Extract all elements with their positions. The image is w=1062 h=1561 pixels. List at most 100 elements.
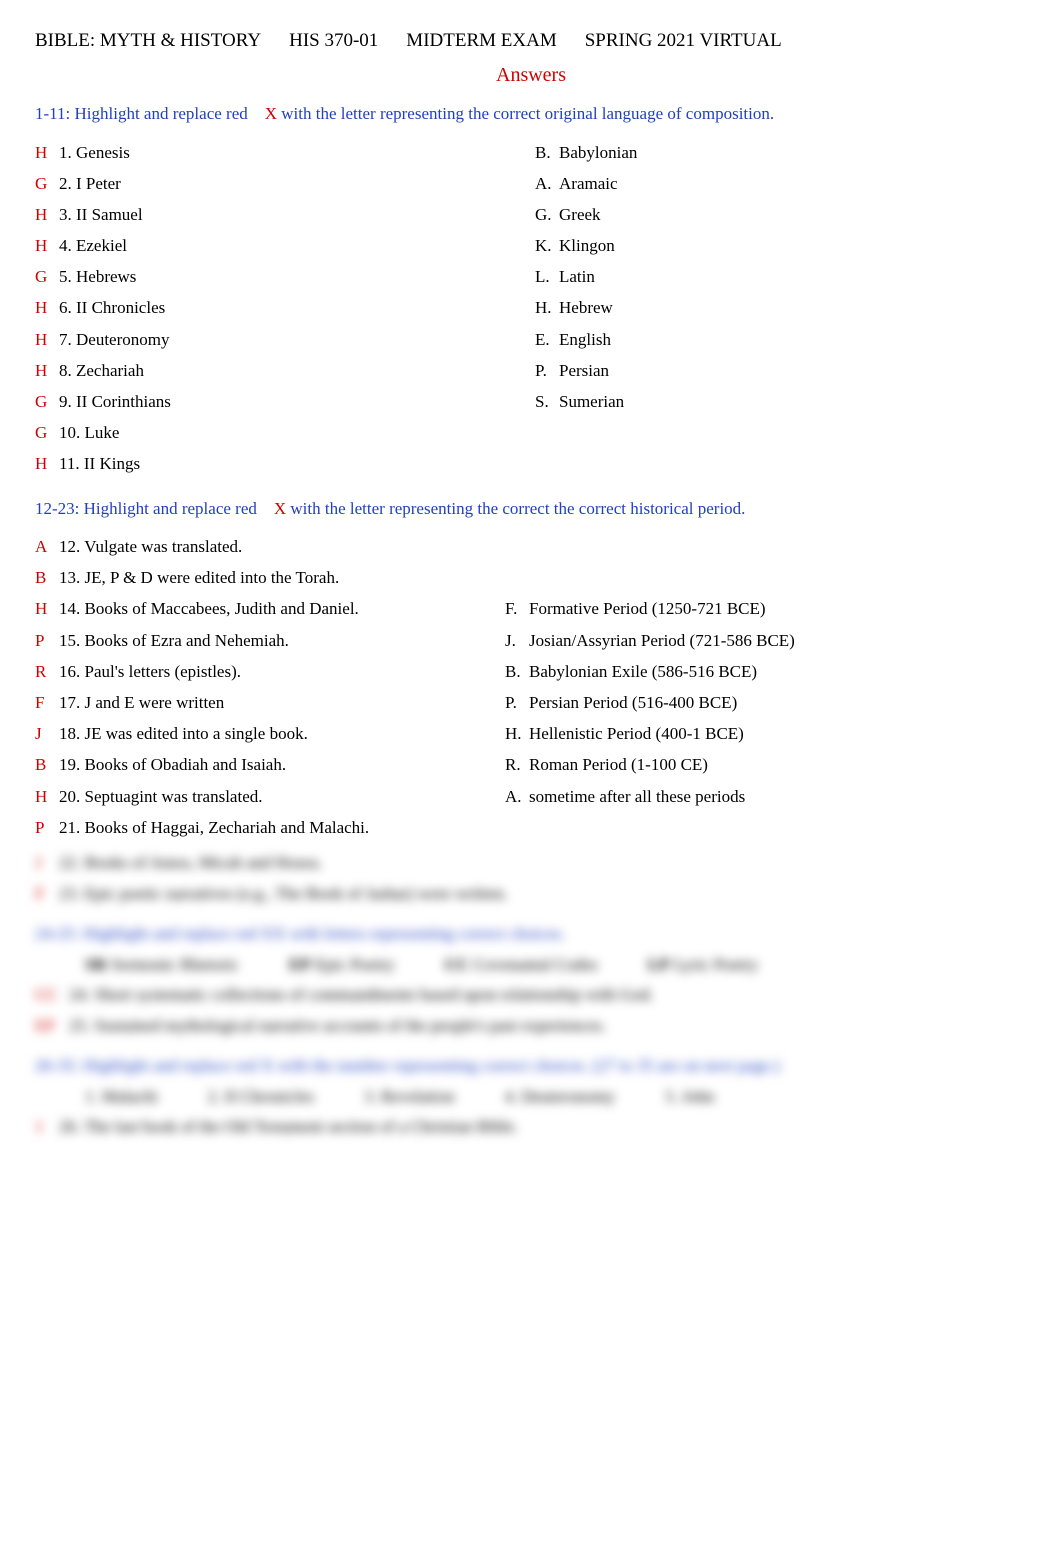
- option-row: K.Klingon: [535, 232, 1027, 259]
- question-text: 26. The last book of the Old Testament s…: [59, 1113, 518, 1140]
- option-text: Josian/Assyrian Period (721-586 BCE): [529, 627, 795, 654]
- option-letter: A.: [535, 170, 559, 197]
- option-letter: G.: [535, 201, 559, 228]
- option-row: F.Formative Period (1250-721 BCE): [505, 595, 1027, 622]
- question-row: G2. I Peter: [35, 170, 495, 197]
- option-row: E.English: [535, 326, 1027, 353]
- option-row: B.Babylonian Exile (586-516 BCE): [505, 658, 1027, 685]
- question-row: J22. Books of Amos, Micah and Hosea.: [35, 849, 1027, 876]
- section2-instruction: 12-23: Highlight and replace red X with …: [35, 496, 1027, 522]
- option-text: Babylonian: [559, 139, 637, 166]
- option-letter: K.: [535, 232, 559, 259]
- question-text: 7. Deuteronomy: [59, 326, 169, 353]
- question-text: 14. Books of Maccabees, Judith and Danie…: [59, 595, 359, 622]
- option-text: sometime after all these periods: [529, 783, 745, 810]
- section1-options: B.Babylonian A.Aramaic G.Greek K.Klingon…: [535, 135, 1027, 482]
- option: 2. II Chronicles: [208, 1087, 314, 1107]
- question-row: G9. II Corinthians: [35, 388, 495, 415]
- option-letter: P.: [505, 689, 529, 716]
- question-row: CC24. Short systematic collections of co…: [35, 981, 1027, 1008]
- option-text: Formative Period (1250-721 BCE): [529, 595, 766, 622]
- question-row: F23. Epic poetic narratives (e.g., The B…: [35, 880, 1027, 907]
- option: 4. Deuteronomy: [505, 1087, 615, 1107]
- answer-letter: G: [35, 419, 59, 446]
- question-text: 20. Septuagint was translated.: [59, 783, 263, 810]
- question-text: 21. Books of Haggai, Zechariah and Malac…: [59, 814, 369, 841]
- question-text: 17. J and E were written: [59, 689, 224, 716]
- option: CC Covenantal Codes: [445, 955, 598, 975]
- answer-letter: H: [35, 450, 59, 477]
- option-letter: L.: [535, 263, 559, 290]
- answer-letter: H: [35, 232, 59, 259]
- section3-instruction: 24-25: Highlight and replace red XX with…: [35, 921, 1027, 947]
- option: LP Lyric Poetry: [648, 955, 759, 975]
- option-text: Sumerian: [559, 388, 624, 415]
- answer-letter: H: [35, 595, 59, 622]
- page-header: BIBLE: MYTH & HISTORY HIS 370-01 MIDTERM…: [35, 30, 1027, 52]
- answer-letter: B: [35, 564, 59, 591]
- answer-letter: R: [35, 658, 59, 685]
- question-text: 25. Sustained mythological narrative acc…: [69, 1012, 606, 1039]
- answer-letter: A: [35, 533, 59, 560]
- question-text: 1. Genesis: [59, 139, 130, 166]
- option-row: A.Aramaic: [535, 170, 1027, 197]
- option-letter: S.: [535, 388, 559, 415]
- answer-letter: G: [35, 263, 59, 290]
- question-row: H14. Books of Maccabees, Judith and Dani…: [35, 595, 465, 622]
- course-title: BIBLE: MYTH & HISTORY: [35, 30, 261, 52]
- exam-label: MIDTERM EXAM: [406, 30, 556, 52]
- red-x: X: [265, 104, 277, 123]
- answer-letter: H: [35, 326, 59, 353]
- option-row: B.Babylonian: [535, 139, 1027, 166]
- question-text: 11. II Kings: [59, 450, 140, 477]
- option-letter: H.: [505, 720, 529, 747]
- question-text: 22. Books of Amos, Micah and Hosea.: [59, 849, 322, 876]
- option-letter: H.: [535, 294, 559, 321]
- option-text: Babylonian Exile (586-516 BCE): [529, 658, 757, 685]
- question-row: G5. Hebrews: [35, 263, 495, 290]
- option-text: English: [559, 326, 611, 353]
- question-row: H20. Septuagint was translated.: [35, 783, 465, 810]
- answer-letter: P: [35, 627, 59, 654]
- answer-letter: G: [35, 170, 59, 197]
- section3-options: SR Sermonic Rhetoric EP Epic Poetry CC C…: [85, 955, 1027, 975]
- option-row: P.Persian Period (516-400 BCE): [505, 689, 1027, 716]
- section2-questions: A12. Vulgate was translated. B13. JE, P …: [35, 529, 465, 845]
- section1-body: H1. Genesis G2. I Peter H3. II Samuel H4…: [35, 135, 1027, 482]
- question-row: H4. Ezekiel: [35, 232, 495, 259]
- option-letter: B.: [505, 658, 529, 685]
- question-text: 10. Luke: [59, 419, 119, 446]
- option-text: Greek: [559, 201, 601, 228]
- option-letter: P.: [535, 357, 559, 384]
- answer-letter: J: [35, 720, 59, 747]
- question-row: P15. Books of Ezra and Nehemiah.: [35, 627, 465, 654]
- option: 3. Revelation: [364, 1087, 455, 1107]
- question-text: 5. Hebrews: [59, 263, 136, 290]
- option: EP Epic Poetry: [289, 955, 395, 975]
- option-text: Persian Period (516-400 BCE): [529, 689, 737, 716]
- option-row: G.Greek: [535, 201, 1027, 228]
- question-text: 18. JE was edited into a single book.: [59, 720, 308, 747]
- answer-letter: H: [35, 201, 59, 228]
- question-text: 12. Vulgate was translated.: [59, 533, 242, 560]
- answer-letter: P: [35, 814, 59, 841]
- answer-letter: CC: [35, 981, 69, 1008]
- section2-body: A12. Vulgate was translated. B13. JE, P …: [35, 529, 1027, 845]
- option-letter: R.: [505, 751, 529, 778]
- section2-options: .. .. F.Formative Period (1250-721 BCE) …: [505, 529, 1027, 845]
- option: 1. Malachi: [85, 1087, 158, 1107]
- section1-instruction: 1-11: Highlight and replace red X with t…: [35, 101, 1027, 127]
- question-text: 23. Epic poetic narratives (e.g., The Bo…: [59, 880, 508, 907]
- answer-letter: H: [35, 139, 59, 166]
- section4-options: 1. Malachi 2. II Chronicles 3. Revelatio…: [85, 1087, 1027, 1107]
- option-letter: B.: [535, 139, 559, 166]
- answer-letter: EP: [35, 1012, 69, 1039]
- course-code: HIS 370-01: [289, 30, 378, 52]
- option-text: Roman Period (1-100 CE): [529, 751, 708, 778]
- option-text: Aramaic: [559, 170, 618, 197]
- question-row: P21. Books of Haggai, Zechariah and Mala…: [35, 814, 465, 841]
- answer-letter: H: [35, 783, 59, 810]
- answer-letter: F: [35, 689, 59, 716]
- question-row: EP25. Sustained mythological narrative a…: [35, 1012, 1027, 1039]
- question-text: 13. JE, P & D were edited into the Torah…: [59, 564, 339, 591]
